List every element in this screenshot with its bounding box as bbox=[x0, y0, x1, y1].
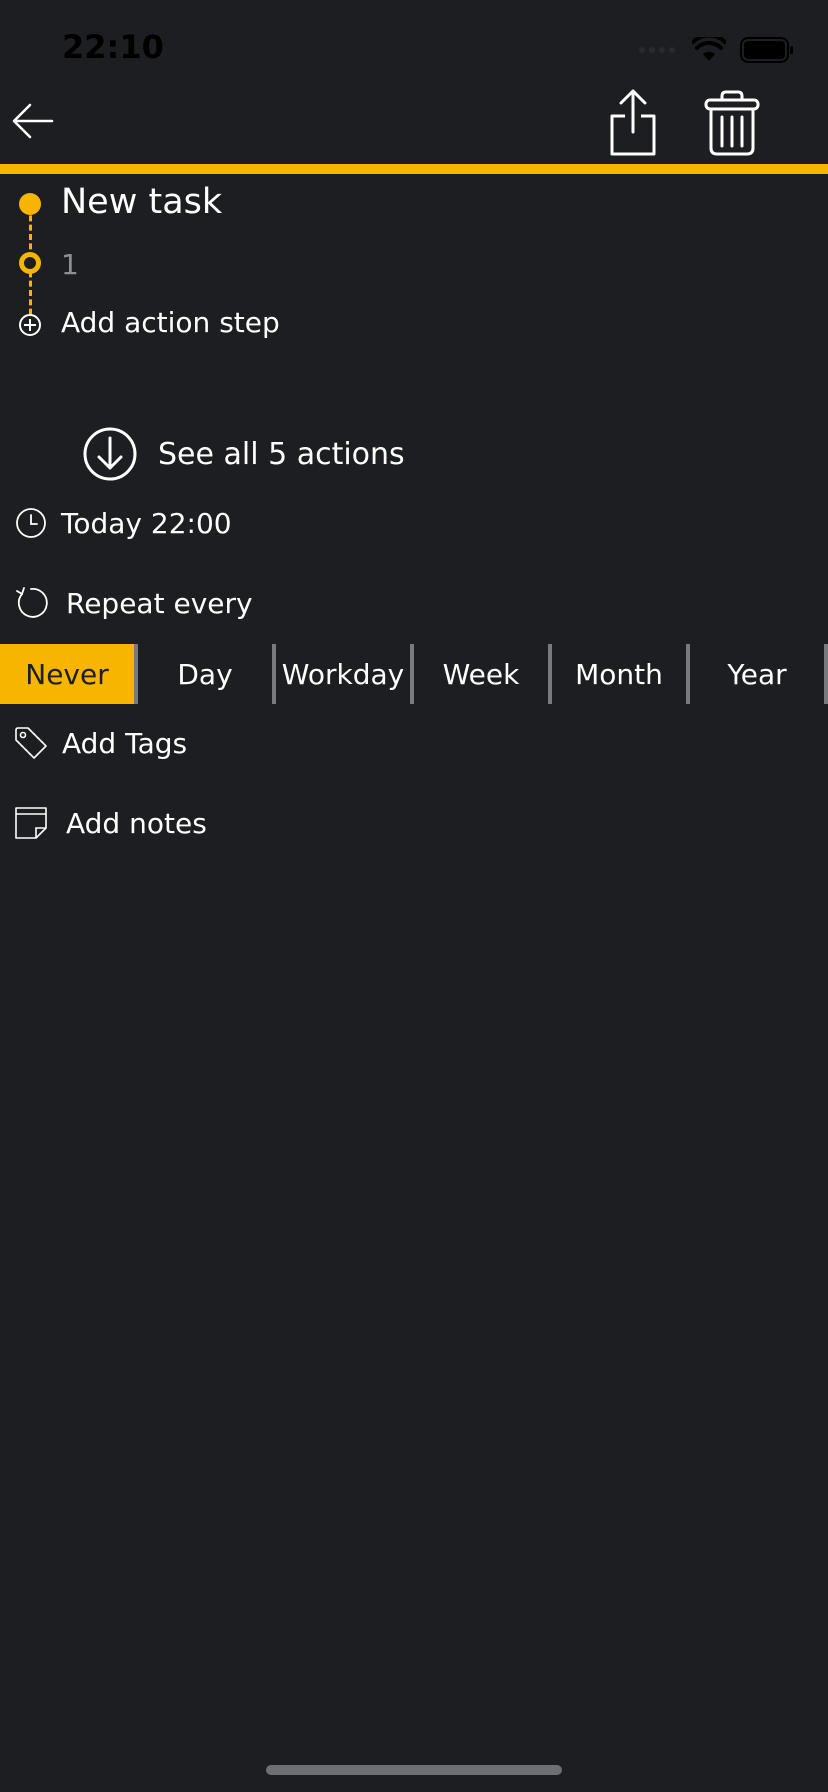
repeat-option-week[interactable]: Week bbox=[414, 644, 552, 704]
share-icon[interactable] bbox=[608, 88, 658, 156]
signal-icon bbox=[639, 47, 675, 53]
see-all-actions-label: See all 5 actions bbox=[158, 436, 405, 472]
task-detail-screen: 22:10 New task 1 Add action step See all… bbox=[0, 0, 828, 1792]
task-dot bbox=[19, 193, 41, 215]
home-indicator[interactable] bbox=[266, 1765, 562, 1775]
repeat-option-year[interactable]: Year bbox=[690, 644, 828, 704]
battery-icon bbox=[740, 37, 793, 63]
task-title[interactable]: New task bbox=[61, 182, 222, 222]
add-notes-row[interactable]: Add notes bbox=[14, 806, 207, 840]
repeat-option-day[interactable]: Day bbox=[138, 644, 276, 704]
progress-accent-bar bbox=[0, 164, 828, 174]
step-dot bbox=[19, 252, 41, 274]
note-icon bbox=[15, 807, 47, 839]
repeat-option-workday[interactable]: Workday bbox=[276, 644, 414, 704]
due-date-row[interactable]: Today 22:00 bbox=[14, 506, 232, 540]
add-action-step-button[interactable]: Add action step bbox=[61, 306, 280, 339]
repeat-label: Repeat every bbox=[66, 586, 253, 620]
tag-icon bbox=[15, 727, 47, 759]
clock-icon bbox=[16, 508, 46, 538]
add-tags-label: Add Tags bbox=[62, 726, 188, 760]
due-date-label: Today 22:00 bbox=[61, 506, 232, 540]
repeat-option-month[interactable]: Month bbox=[552, 644, 690, 704]
back-arrow-icon[interactable] bbox=[10, 98, 56, 144]
add-tags-row[interactable]: Add Tags bbox=[14, 726, 187, 760]
see-all-actions-button[interactable]: See all 5 actions bbox=[82, 426, 405, 482]
repeat-row: Repeat every bbox=[14, 586, 253, 620]
add-step-icon[interactable] bbox=[18, 313, 42, 337]
action-step-item[interactable]: 1 bbox=[61, 248, 79, 281]
add-notes-label: Add notes bbox=[66, 806, 207, 840]
repeat-icon bbox=[16, 587, 48, 618]
trash-icon[interactable] bbox=[704, 90, 760, 156]
repeat-option-never[interactable]: Never bbox=[0, 644, 138, 704]
wifi-icon bbox=[692, 37, 726, 61]
arrow-down-circle-icon bbox=[83, 427, 137, 481]
status-icons bbox=[638, 36, 794, 64]
status-time: 22:10 bbox=[62, 28, 164, 66]
repeat-segmented-control: Never Day Workday Week Month Year bbox=[0, 644, 828, 704]
